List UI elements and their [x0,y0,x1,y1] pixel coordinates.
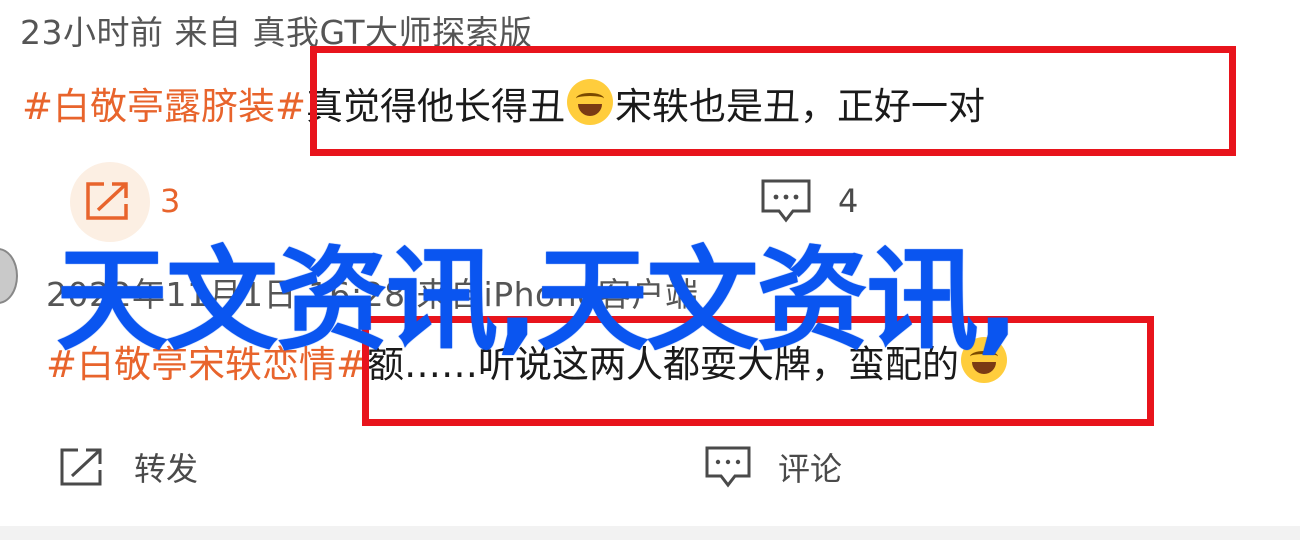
watermark-overlay-text: 天文资讯,天文资讯, [56,236,1019,366]
comment-icon [704,445,752,489]
post2-repost-label: 转发 [134,450,199,488]
bottom-divider [0,526,1300,540]
avatar[interactable] [0,248,18,304]
post1-highlight-box [310,46,1236,156]
post2-repost-button[interactable]: 转发 [56,444,198,490]
post1-hashtag[interactable]: #白敬亭露脐装# [22,85,306,128]
post2-comment-button[interactable]: 评论 [704,444,842,490]
post2-comment-label: 评论 [778,450,843,488]
repost-icon [56,444,108,490]
